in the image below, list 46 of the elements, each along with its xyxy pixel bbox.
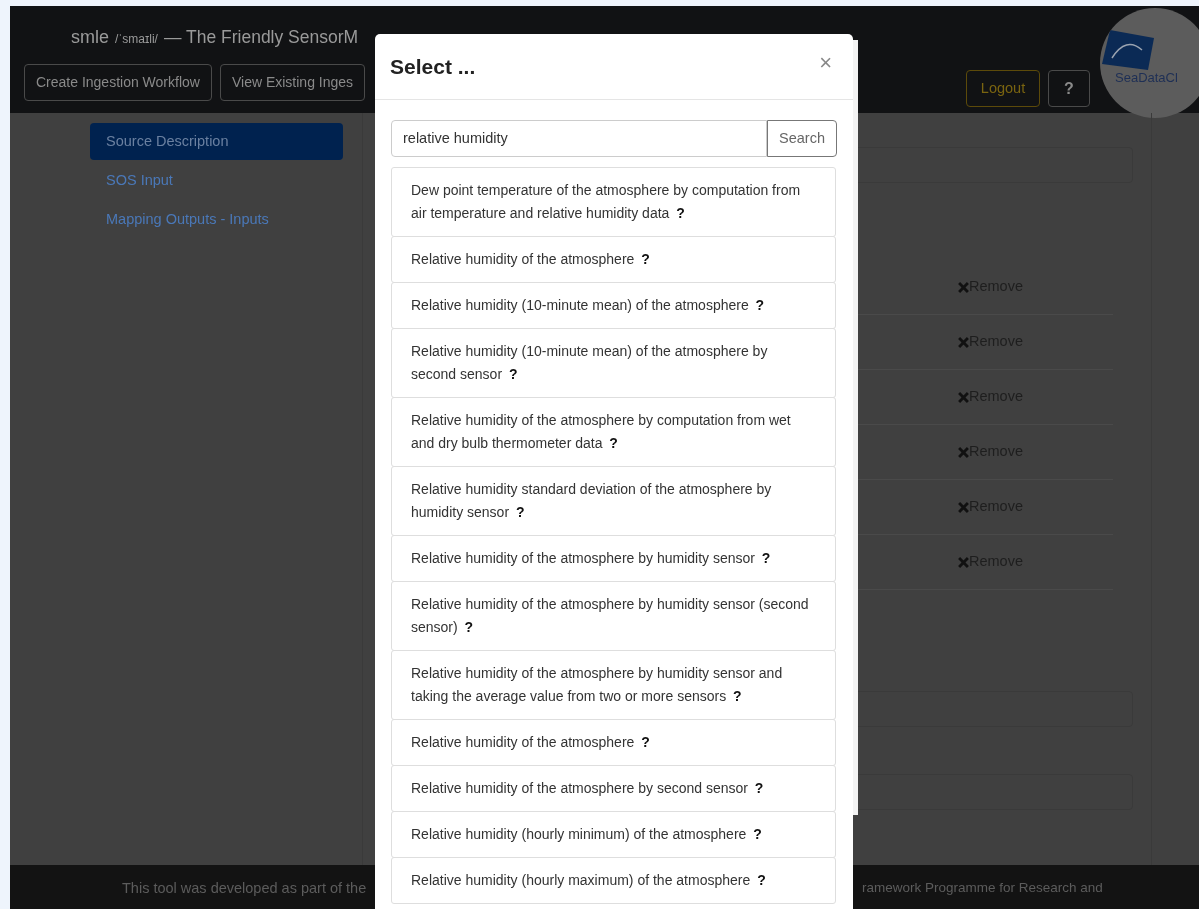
sidebar-item[interactable]: Source Description xyxy=(90,123,343,160)
help-mark[interactable]: ? xyxy=(641,251,650,267)
search-field[interactable]: relative humidity xyxy=(391,120,768,157)
result-item[interactable]: Relative humidity of the atmosphere by humidity sensor (second sensor) ? xyxy=(391,581,836,651)
result-item[interactable]: Relative humidity of the atmosphere by second sensor ? xyxy=(391,765,836,812)
result-item[interactable]: Relative humidity of the atmosphere by humidity sensor ? xyxy=(391,535,836,582)
help-mark[interactable]: ? xyxy=(755,297,765,313)
result-item[interactable]: Relative humidity (hourly minimum) of the atmosphere ? xyxy=(391,811,836,858)
result-item[interactable]: Relative humidity of the atmosphere ? xyxy=(391,236,836,283)
help-mark[interactable]: ? xyxy=(753,826,762,842)
help-mark[interactable]: ? xyxy=(761,550,771,566)
nav-button[interactable]: View Existing Inges xyxy=(219,64,366,101)
footer-text: ramework Programme for Research and xyxy=(862,879,1103,897)
help-mark[interactable]: ? xyxy=(757,872,766,888)
help-mark[interactable]: ? xyxy=(676,205,685,221)
result-item[interactable]: Relative humidity (hourly maximum) of the atmosphere ? xyxy=(391,857,836,904)
logo-text: SeaDataCl xyxy=(1115,69,1178,87)
help-mark[interactable]: ? xyxy=(733,688,742,704)
search-button[interactable]: Search xyxy=(767,120,837,157)
help-mark[interactable]: ? xyxy=(754,780,764,796)
help-button[interactable]: ? xyxy=(1048,70,1090,107)
close-button[interactable]: × xyxy=(819,51,832,74)
result-item[interactable]: Dew point temperature of the atmosphere by computation from air temperature and relative humidity data ? xyxy=(391,167,836,237)
help-mark[interactable]: ? xyxy=(515,504,525,520)
result-item[interactable]: Relative humidity of the atmosphere by computation from wet and dry bulb thermometer data ? xyxy=(391,397,836,467)
result-item[interactable]: Relative humidity (10-minute mean) of the atmosphere by second sensor ? xyxy=(391,328,836,398)
pronunciation: /ˈsmaɪli/ xyxy=(115,31,158,48)
result-item[interactable]: Relative humidity (10-minute mean) of the atmosphere ? xyxy=(391,282,836,329)
result-item[interactable]: Relative humidity of the atmosphere by humidity sensor and taking the average value from two or more sensors ? xyxy=(391,650,836,720)
close-icon xyxy=(958,281,969,293)
close-icon xyxy=(958,556,969,568)
help-mark[interactable]: ? xyxy=(508,366,518,382)
nav-button[interactable]: Create Ingestion Workflow xyxy=(24,64,212,101)
dialog-title: Select ... xyxy=(390,53,476,80)
help-mark[interactable]: ? xyxy=(464,619,474,635)
footer-text: This tool was developed as part of the xyxy=(122,879,367,898)
result-item[interactable]: Relative humidity standard deviation of the atmosphere by humidity sensor ? xyxy=(391,466,836,536)
app-name: smle xyxy=(71,26,109,49)
close-icon xyxy=(958,501,969,513)
help-mark[interactable]: ? xyxy=(609,435,618,451)
result-item[interactable]: Relative humidity of the atmosphere ? xyxy=(391,719,836,766)
close-icon xyxy=(958,446,969,458)
help-mark[interactable]: ? xyxy=(641,734,650,750)
app-tagline: — The Friendly SensorM xyxy=(163,26,359,49)
close-icon xyxy=(958,391,969,403)
close-icon xyxy=(958,336,969,348)
